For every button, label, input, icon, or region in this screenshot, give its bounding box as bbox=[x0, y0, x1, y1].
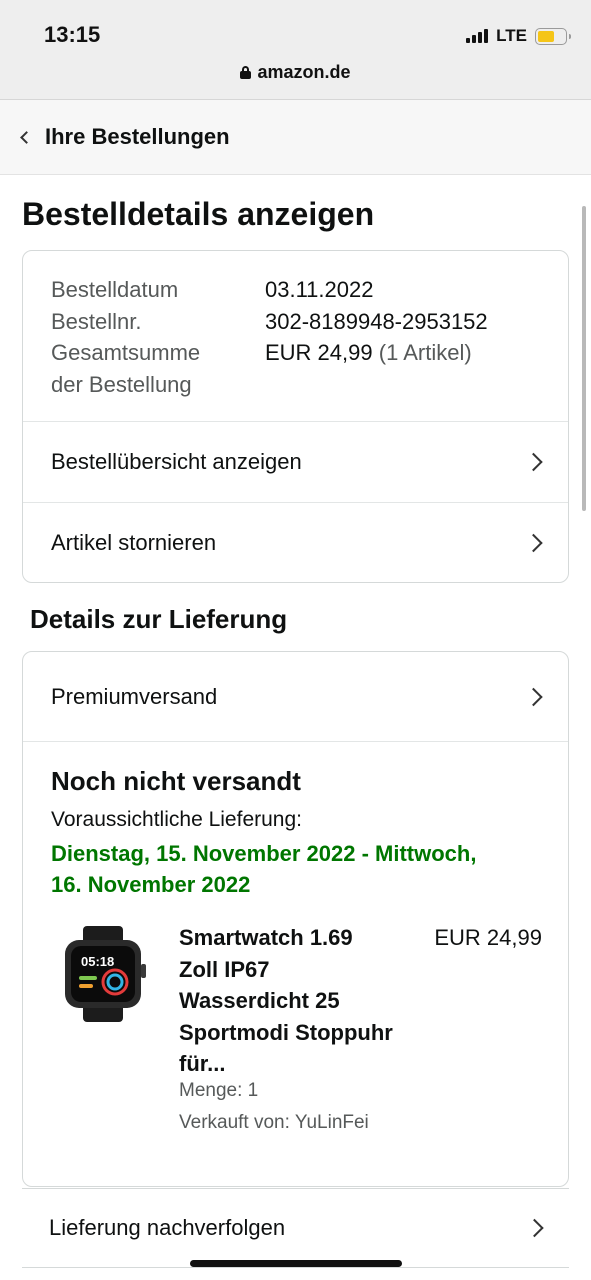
page-title: Bestelldetails anzeigen bbox=[22, 196, 375, 232]
delivery-estimate-label: Voraussichtliche Lieferung: bbox=[51, 808, 302, 831]
product-image[interactable]: 05:18 bbox=[59, 926, 149, 1022]
browser-chrome: 13:15 LTE amazon.de bbox=[0, 0, 591, 100]
order-number-label: Bestellnr. bbox=[51, 308, 142, 334]
order-number-value: 302-8189948-2953152 bbox=[265, 308, 488, 334]
back-nav-label: Ihre Bestellungen bbox=[45, 124, 230, 149]
track-package-link[interactable]: Lieferung nachverfolgen bbox=[22, 1188, 569, 1268]
delivery-section-title: Details zur Lieferung bbox=[30, 604, 288, 634]
network-label: LTE bbox=[496, 26, 527, 45]
order-date-label: Bestelldatum bbox=[51, 277, 179, 302]
item-title[interactable]: Smartwatch 1.69 Zoll IP67 Wasserdicht 25… bbox=[179, 922, 424, 1080]
chevron-left-icon bbox=[20, 131, 33, 144]
status-indicators: LTE bbox=[466, 24, 571, 48]
shipping-method-link[interactable]: Premiumversand bbox=[23, 652, 568, 741]
order-item-count: (1 Artikel) bbox=[378, 340, 472, 365]
item-quantity: Menge: 1 bbox=[179, 1080, 259, 1101]
scrollbar[interactable] bbox=[582, 206, 586, 511]
delivery-estimate-line: Dienstag, 15. November 2022 - Mittwoch, bbox=[51, 841, 477, 866]
lock-icon bbox=[240, 66, 252, 79]
order-total-label-cont: der Bestellung bbox=[51, 371, 192, 397]
delivery-estimate-date: Dienstag, 15. November 2022 - Mittwoch, … bbox=[51, 838, 540, 900]
item-title-line: Smartwatch 1.69 bbox=[179, 925, 353, 950]
order-total-value: EUR 24,99 (1 Artikel) bbox=[265, 337, 472, 369]
shipment-status: Noch nicht versandt bbox=[51, 766, 301, 796]
item-title-line: Sportmodi Stoppuhr bbox=[179, 1019, 393, 1045]
chevron-right-icon bbox=[525, 1218, 544, 1238]
chevron-right-icon bbox=[524, 687, 543, 706]
order-date-value: 03.11.2022 bbox=[265, 277, 374, 302]
delivery-card: Premiumversand Noch nicht versandt Vorau… bbox=[22, 651, 569, 1187]
address-bar[interactable]: amazon.de bbox=[0, 62, 591, 83]
battery-icon bbox=[535, 27, 571, 45]
url-text: amazon.de bbox=[257, 62, 351, 82]
order-summary-card: Bestelldatum 03.11.2022 Bestellnr. 302-8… bbox=[22, 250, 569, 583]
item-title-line: Zoll IP67 bbox=[179, 956, 270, 982]
cancel-items-label: Artikel stornieren bbox=[51, 530, 217, 555]
signal-icon bbox=[466, 29, 489, 43]
item-title-line: Wasserdicht 25 bbox=[179, 988, 340, 1013]
delivery-estimate-line: 16. November 2022 bbox=[51, 872, 251, 897]
view-order-summary-label: Bestellübersicht anzeigen bbox=[51, 449, 302, 474]
watch-time-text: 05:18 bbox=[81, 954, 114, 969]
back-nav[interactable]: Ihre Bestellungen bbox=[0, 100, 591, 175]
item-title-line: für... bbox=[179, 1051, 226, 1076]
order-item: 05:18 Smartwatch 1.69 Zoll IP67 Wasserdi… bbox=[51, 922, 542, 1162]
cancel-items-link[interactable]: Artikel stornieren bbox=[23, 502, 568, 582]
item-price: EUR 24,99 bbox=[434, 925, 542, 950]
order-total-label: Gesamtsumme bbox=[51, 340, 201, 365]
item-seller: Verkauft von: YuLinFei bbox=[179, 1112, 369, 1133]
shipping-method-label: Premiumversand bbox=[51, 683, 218, 709]
status-time: 13:15 bbox=[44, 22, 101, 47]
chevron-right-icon bbox=[524, 452, 543, 472]
view-order-summary-link[interactable]: Bestellübersicht anzeigen bbox=[23, 421, 568, 502]
shipment-details: Noch nicht versandt Voraussichtliche Lie… bbox=[23, 741, 568, 1162]
chevron-right-icon bbox=[524, 533, 543, 553]
order-total-amount: EUR 24,99 bbox=[265, 340, 373, 365]
track-package-label: Lieferung nachverfolgen bbox=[49, 1215, 286, 1240]
order-info: Bestelldatum 03.11.2022 Bestellnr. 302-8… bbox=[23, 251, 568, 421]
home-indicator[interactable] bbox=[190, 1260, 402, 1267]
